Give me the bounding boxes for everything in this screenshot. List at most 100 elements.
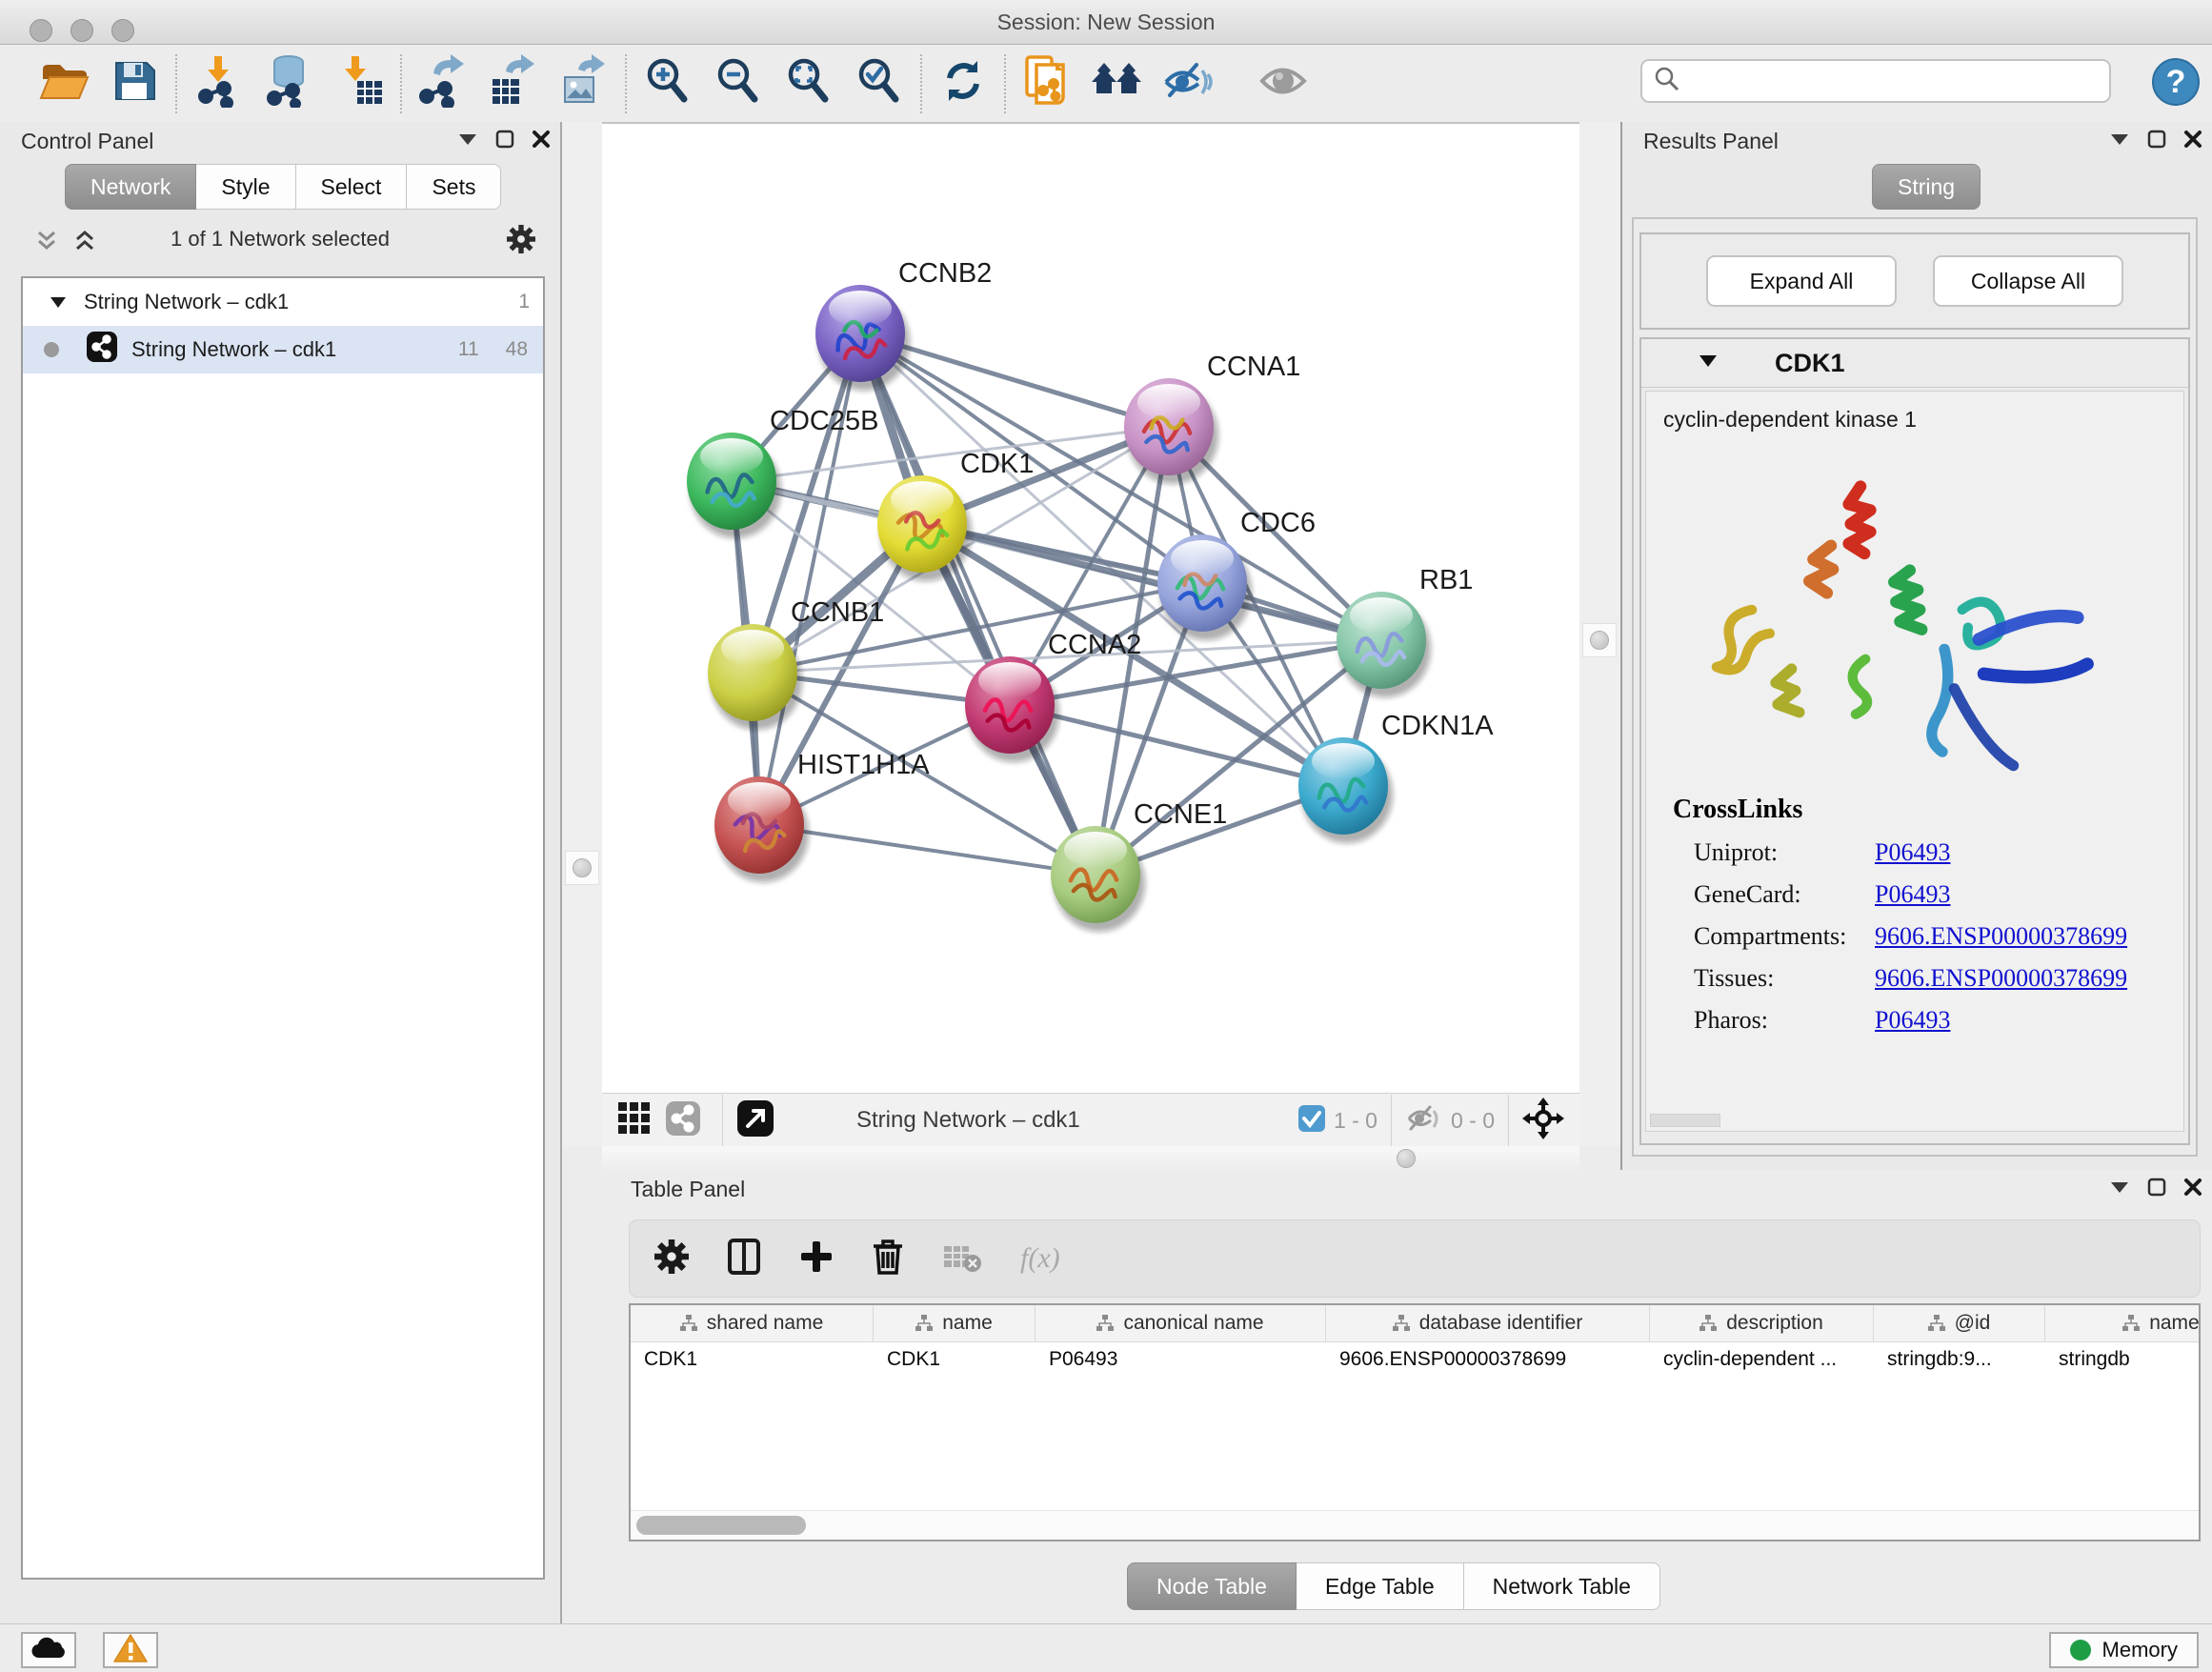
save-session-button[interactable] [99,53,170,114]
node-HIST1H1A[interactable]: HIST1H1A [714,750,930,882]
refresh-view-button[interactable] [928,53,998,114]
crosslink-link[interactable]: 9606.ENSP00000378699 [1875,922,2127,951]
edge-CCNB2-CCNE1[interactable] [860,333,1096,875]
edge-HIST1H1A-CCNE1[interactable] [759,825,1096,875]
export-image-button[interactable] [549,53,619,114]
column-header-@id[interactable]: @id [1874,1305,2045,1341]
string-network-graph[interactable]: CCNB2CCNA1CDC25BCDK1CDC6RB1CCNB1CCNA2CDK… [602,124,1579,1093]
delete-column-trash-icon[interactable] [872,1238,904,1280]
open-session-button[interactable] [29,53,99,114]
panel-dropdown-icon[interactable] [2109,132,2130,151]
tab-edge-table[interactable]: Edge Table [1297,1562,1464,1610]
tab-network-table[interactable]: Network Table [1464,1562,1660,1610]
table-row[interactable]: CDK1CDK1P064939606.ENSP00000378699cyclin… [631,1342,2199,1377]
splitter-handle-dot[interactable] [573,858,592,877]
column-header-namespace[interactable]: namespace [2045,1305,2201,1341]
tab-string[interactable]: String [1872,164,1981,210]
table-cell[interactable]: 9606.ENSP00000378699 [1326,1342,1650,1377]
network-options-gear-icon[interactable] [507,225,535,258]
import-table-button[interactable] [324,53,394,114]
expand-all-button[interactable]: Expand All [1706,255,1897,307]
hide-eye-button[interactable] [1153,53,1223,114]
panel-close-icon[interactable] [2183,1178,2202,1201]
left-splitter[interactable] [562,122,602,1146]
column-header-description[interactable]: description [1650,1305,1874,1341]
protein-section-header[interactable]: CDK1 [1641,339,2188,388]
table-cell[interactable]: cyclin-dependent ... [1650,1342,1874,1377]
panel-float-icon[interactable] [2147,130,2166,153]
scrollbar-thumb[interactable] [636,1516,806,1535]
column-header-shared-name[interactable]: shared name [631,1305,874,1341]
search-input[interactable] [1680,68,2094,94]
tree-collapse-icon[interactable] [50,290,67,314]
horizontal-splitter[interactable] [602,1146,1579,1170]
hidden-elements-icon[interactable] [1405,1102,1443,1139]
node-CCNA1[interactable]: CCNA1 [1124,352,1300,484]
panel-dropdown-icon[interactable] [2109,1180,2130,1199]
zoom-fit-button[interactable] [774,53,844,114]
memory-button[interactable]: Memory [2049,1632,2199,1668]
table-horizontal-scrollbar[interactable] [631,1510,2199,1540]
cloud-button[interactable] [21,1632,76,1668]
node-CCNB1[interactable]: CCNB1 [708,597,884,730]
table-cell[interactable]: CDK1 [631,1342,874,1377]
table-cell[interactable]: stringdb [2045,1342,2201,1377]
tab-sets[interactable]: Sets [407,164,501,210]
tab-network[interactable]: Network [65,164,196,210]
panel-float-icon[interactable] [2147,1178,2166,1201]
help-button[interactable]: ? [2151,57,2201,107]
toolbar-search[interactable] [1640,59,2111,103]
network-row[interactable]: String Network – cdk1 11 48 [23,326,543,373]
node-CDC25B[interactable]: CDC25B [687,406,878,538]
splitter-handle-dot[interactable] [1590,631,1609,650]
splitter-handle-dot[interactable] [1397,1149,1416,1168]
export-network-button[interactable] [408,53,478,114]
panel-close-icon[interactable] [2183,130,2202,153]
birds-eye-view-icon[interactable] [1522,1098,1564,1144]
show-columns-icon[interactable] [727,1238,761,1280]
table-cell[interactable]: CDK1 [874,1342,1036,1377]
panel-float-icon[interactable] [495,130,514,153]
right-splitter[interactable] [1579,122,1620,1146]
network-share-icon[interactable] [665,1100,701,1141]
string-homes-button[interactable] [1082,53,1153,114]
table-settings-gear-icon[interactable] [654,1239,689,1279]
warnings-button[interactable] [103,1632,158,1668]
crosslink-link[interactable]: P06493 [1875,838,1950,867]
zoom-in-button[interactable] [633,53,703,114]
node-CDKN1A[interactable]: CDKN1A [1298,711,1494,843]
section-collapse-icon[interactable] [1699,354,1718,373]
network-collection-row[interactable]: String Network – cdk1 1 [23,278,543,326]
crosslink-link[interactable]: P06493 [1875,880,1950,909]
node-CCNB2[interactable]: CCNB2 [815,258,992,391]
gray-eye-button[interactable] [1248,53,1318,114]
panel-dropdown-icon[interactable] [457,132,478,151]
column-header-name[interactable]: name [874,1305,1036,1341]
table-cell[interactable]: stringdb:9... [1874,1342,2045,1377]
table-cell[interactable]: P06493 [1036,1342,1326,1377]
export-table-button[interactable] [478,53,549,114]
crosslink-link[interactable]: 9606.ENSP00000378699 [1875,964,2127,993]
zoom-out-button[interactable] [703,53,774,114]
collapse-all-button[interactable]: Collapse All [1933,255,2123,307]
node-table[interactable]: shared namenamecanonical namedatabase id… [629,1303,2201,1541]
results-scrollbar-thumb[interactable] [1650,1114,1720,1127]
tab-select[interactable]: Select [296,164,408,210]
node-CCNE1[interactable]: CCNE1 [1051,799,1227,932]
string-documents-button[interactable] [1012,53,1082,114]
column-header-database-identifier[interactable]: database identifier [1326,1305,1650,1341]
crosslink-link[interactable]: P06493 [1875,1006,1950,1035]
import-network-database-button[interactable] [253,53,324,114]
selected-nodes-checkbox[interactable] [1297,1104,1326,1138]
tab-node-table[interactable]: Node Table [1127,1562,1297,1610]
network-view-canvas[interactable]: CCNB2CCNA1CDC25BCDK1CDC6RB1CCNB1CCNA2CDK… [602,124,1579,1093]
column-header-canonical-name[interactable]: canonical name [1036,1305,1326,1341]
tab-style[interactable]: Style [196,164,295,210]
panel-close-icon[interactable] [532,130,551,153]
node-RB1[interactable]: RB1 [1337,565,1473,697]
import-network-file-button[interactable] [183,53,253,114]
add-column-icon[interactable] [799,1239,834,1279]
zoom-selected-button[interactable] [844,53,915,114]
grid-view-icon[interactable] [617,1101,652,1140]
open-in-new-window-icon[interactable] [736,1099,774,1142]
